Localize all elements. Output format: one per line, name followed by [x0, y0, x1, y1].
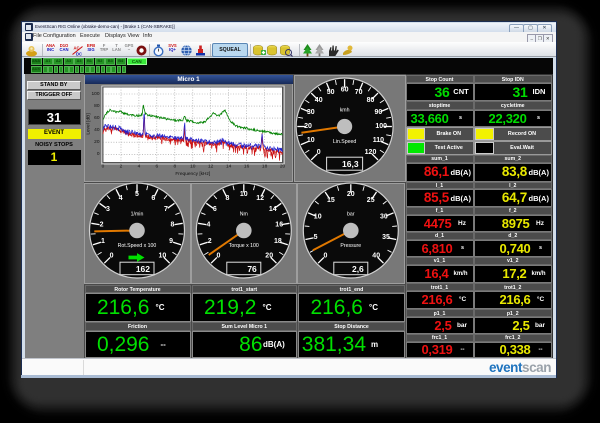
svg-text:15: 15 — [327, 197, 335, 204]
svg-text:76: 76 — [247, 264, 257, 274]
svg-text:0: 0 — [317, 149, 321, 156]
svg-text:4: 4 — [119, 195, 123, 202]
svg-text:80: 80 — [367, 97, 375, 104]
svg-text:Pressure: Pressure — [340, 243, 361, 249]
svg-text:10: 10 — [240, 191, 248, 198]
svg-text:18: 18 — [274, 238, 282, 245]
svg-text:30: 30 — [307, 109, 315, 116]
svg-text:Torque x 100: Torque x 100 — [229, 243, 259, 249]
svg-text:16,3: 16,3 — [342, 159, 359, 169]
svg-text:100: 100 — [375, 123, 387, 130]
svg-text:120: 120 — [365, 149, 377, 156]
svg-text:bar: bar — [347, 212, 355, 218]
svg-text:1: 1 — [101, 238, 105, 245]
svg-text:0: 0 — [216, 252, 220, 259]
svg-text:5: 5 — [135, 191, 139, 198]
svg-text:3: 3 — [106, 206, 110, 213]
svg-text:35: 35 — [382, 234, 390, 241]
svg-text:110: 110 — [373, 137, 384, 144]
svg-text:30: 30 — [380, 213, 388, 220]
svg-text:2: 2 — [208, 238, 212, 245]
svg-text:0: 0 — [110, 252, 114, 259]
svg-text:1/min: 1/min — [131, 212, 144, 218]
svg-text:10: 10 — [159, 252, 167, 259]
svg-text:0: 0 — [323, 252, 327, 259]
svg-text:4: 4 — [206, 221, 210, 228]
svg-text:25: 25 — [367, 197, 375, 204]
svg-text:8: 8 — [170, 221, 174, 228]
svg-text:14: 14 — [269, 206, 277, 213]
svg-text:10: 10 — [314, 213, 322, 220]
svg-text:7: 7 — [164, 206, 168, 213]
svg-text:40: 40 — [315, 97, 323, 104]
svg-text:10: 10 — [307, 137, 315, 144]
svg-text:90: 90 — [375, 109, 383, 116]
svg-text:20: 20 — [347, 191, 355, 198]
svg-text:9: 9 — [169, 238, 173, 245]
svg-text:2: 2 — [100, 221, 104, 228]
svg-text:2,6: 2,6 — [352, 264, 364, 274]
svg-text:Rot.Speed x 100: Rot.Speed x 100 — [118, 243, 157, 249]
svg-text:60: 60 — [341, 86, 349, 93]
svg-text:20: 20 — [265, 252, 273, 259]
svg-text:kmh: kmh — [340, 108, 350, 114]
svg-text:12: 12 — [256, 195, 264, 202]
svg-text:50: 50 — [327, 89, 335, 96]
svg-text:6: 6 — [151, 195, 155, 202]
svg-text:Nm: Nm — [240, 212, 248, 218]
svg-text:70: 70 — [355, 89, 363, 96]
svg-text:162: 162 — [136, 264, 150, 274]
svg-text:Lin.Speed: Lin.Speed — [333, 139, 356, 145]
svg-text:6: 6 — [213, 206, 217, 213]
svg-text:20: 20 — [304, 123, 312, 130]
svg-text:8: 8 — [226, 195, 230, 202]
svg-text:40: 40 — [372, 252, 380, 259]
svg-text:16: 16 — [275, 221, 283, 228]
svg-text:5: 5 — [314, 234, 318, 241]
